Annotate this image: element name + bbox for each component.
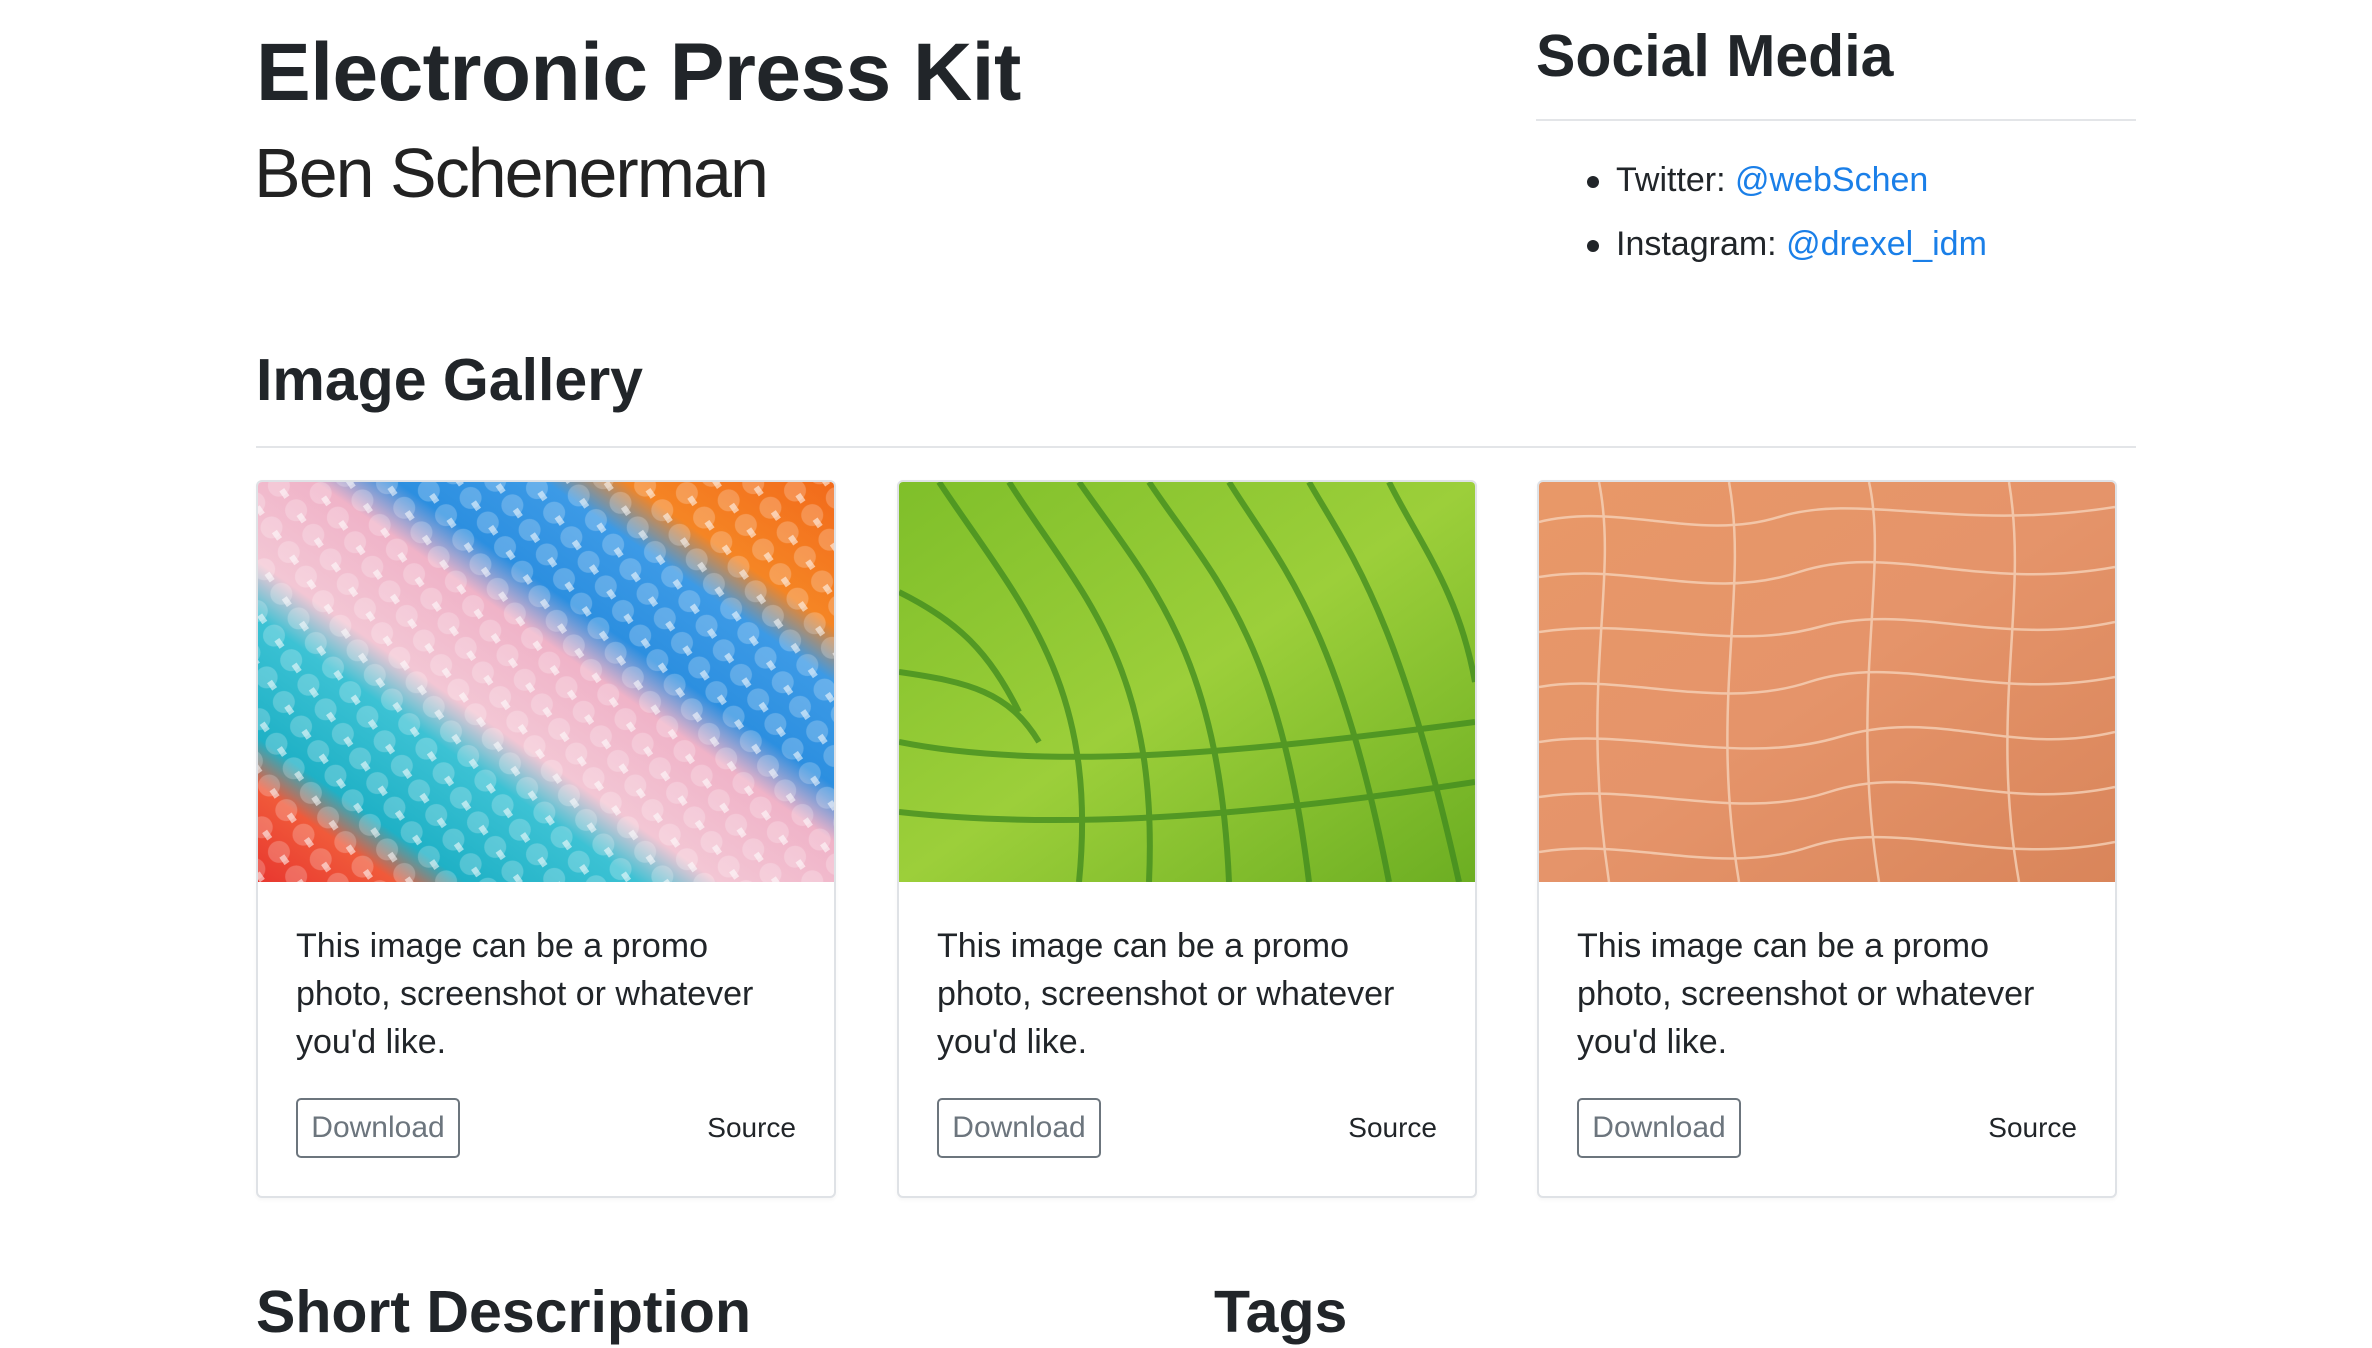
gallery-card-1: This image can be a promo photo, screens… <box>256 480 836 1198</box>
instagram-handle-link[interactable]: @drexel_idm <box>1786 225 1987 263</box>
source-link[interactable]: Source <box>1348 1098 1437 1158</box>
tags-heading: Tags <box>1214 1279 1348 1345</box>
artist-name: Ben Schenerman <box>254 134 769 212</box>
card-description: This image can be a promo photo, screens… <box>937 927 1395 1061</box>
card-description: This image can be a promo photo, screens… <box>1577 927 2035 1061</box>
social-media-heading: Social Media <box>1536 23 1894 89</box>
social-heading-divider <box>1536 119 2136 121</box>
download-button[interactable]: Download <box>937 1098 1101 1158</box>
card-description: This image can be a promo photo, screens… <box>296 927 754 1061</box>
page-title: Electronic Press Kit <box>256 27 1021 118</box>
social-item-instagram: Instagram: @drexel_idm <box>1540 212 1987 276</box>
source-link[interactable]: Source <box>707 1098 796 1158</box>
gallery-heading-divider <box>256 446 2136 448</box>
download-button[interactable]: Download <box>296 1098 460 1158</box>
gallery-card-2: This image can be a promo photo, screens… <box>897 480 1477 1198</box>
social-label-instagram: Instagram: <box>1616 225 1787 263</box>
source-link[interactable]: Source <box>1988 1098 2077 1158</box>
social-item-twitter: Twitter: @webSchen <box>1540 148 1987 212</box>
sand-texture-image <box>1539 482 2115 882</box>
social-media-list: Twitter: @webSchen Instagram: @drexel_id… <box>1540 148 1987 276</box>
twitter-handle-link[interactable]: @webSchen <box>1735 161 1928 199</box>
download-button[interactable]: Download <box>1577 1098 1741 1158</box>
gallery-card-3: This image can be a promo photo, screens… <box>1537 480 2117 1198</box>
image-gallery-heading: Image Gallery <box>256 347 643 413</box>
lanterns-image <box>258 482 834 882</box>
social-label-twitter: Twitter: <box>1616 161 1736 199</box>
rice-fields-image <box>899 482 1475 882</box>
short-description-heading: Short Description <box>256 1279 751 1345</box>
bullet-icon <box>1587 240 1599 252</box>
bullet-icon <box>1587 176 1599 188</box>
